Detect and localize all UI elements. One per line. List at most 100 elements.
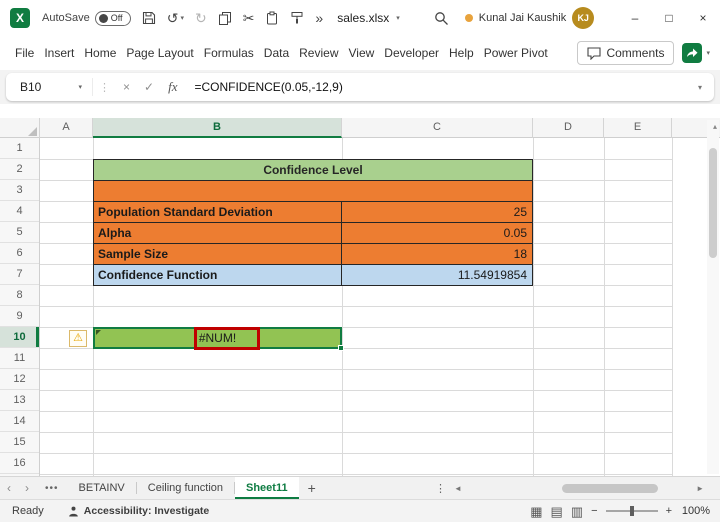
sheet-next-icon[interactable]: › (18, 481, 36, 495)
share-button[interactable]: ▾ (682, 43, 710, 63)
expand-formula-bar-icon[interactable]: ▾ (698, 83, 702, 92)
cell-c4-value[interactable]: 25 (342, 202, 532, 222)
cell-b5-label[interactable]: Alpha (94, 223, 342, 243)
cell-c5-value[interactable]: 0.05 (342, 223, 532, 243)
formula-input[interactable]: =CONFIDENCE(0.05,-12,9) (194, 80, 342, 94)
column-header-a[interactable]: A (40, 118, 93, 138)
sheet-tab-ceiling-function[interactable]: Ceiling function (137, 477, 234, 499)
scroll-left-icon[interactable]: ◄ (454, 484, 462, 493)
vertical-scrollbar[interactable]: ▴ (707, 120, 719, 474)
scroll-right-icon[interactable]: ► (696, 484, 704, 493)
maximize-button[interactable]: □ (652, 0, 686, 36)
tab-developer[interactable]: Developer (379, 36, 444, 70)
tab-power-pivot[interactable]: Power Pivot (479, 36, 553, 70)
undo-dropdown-icon[interactable]: ▾ (180, 15, 184, 22)
zoom-in-button[interactable]: + (666, 505, 672, 517)
row-header-12[interactable]: 12 (0, 369, 39, 390)
column-header-b[interactable]: B (93, 118, 342, 138)
row-header-4[interactable]: 4 (0, 201, 39, 222)
error-options-button[interactable]: ⚠ (69, 330, 87, 347)
row-header-6[interactable]: 6 (0, 243, 39, 264)
cell-b4-label[interactable]: Population Standard Deviation (94, 202, 342, 222)
name-box-dropdown-icon[interactable]: ▾ (78, 83, 82, 91)
search-button[interactable] (434, 11, 449, 26)
table-blank-row[interactable] (94, 181, 532, 202)
zoom-out-button[interactable]: − (591, 505, 597, 517)
new-sheet-button[interactable]: + (299, 480, 325, 496)
autosave-toggle[interactable]: AutoSave Off (42, 11, 131, 26)
sheet-tab-betainv[interactable]: BETAINV (68, 477, 136, 499)
page-break-view-button[interactable]: ▥ (571, 505, 583, 518)
format-painter-button[interactable] (290, 11, 304, 25)
save-button[interactable] (142, 11, 156, 25)
cell-b6-label[interactable]: Sample Size (94, 244, 342, 264)
zoom-slider-thumb[interactable] (630, 506, 634, 516)
row-header-9[interactable]: 9 (0, 306, 39, 327)
comments-button[interactable]: Comments (577, 41, 674, 65)
tab-insert[interactable]: Insert (39, 36, 79, 70)
row-header-3[interactable]: 3 (0, 180, 39, 201)
horizontal-scrollbar[interactable]: ◄ ► (454, 482, 704, 495)
row-header-13[interactable]: 13 (0, 390, 39, 411)
sheet-prev-icon[interactable]: ‹ (0, 481, 18, 495)
zoom-slider[interactable] (606, 510, 658, 512)
cell-c6-value[interactable]: 18 (342, 244, 532, 264)
row-header-16[interactable]: 16 (0, 453, 39, 474)
undo-button[interactable]: ↺ ▾ (167, 11, 184, 25)
row-header-2[interactable]: 2 (0, 159, 39, 180)
accessibility-status[interactable]: Accessibility: Investigate (68, 505, 209, 517)
zoom-level[interactable]: 100% (680, 505, 710, 517)
tab-review[interactable]: Review (294, 36, 343, 70)
tab-bar-menu-icon[interactable]: ⋮ (435, 482, 446, 495)
tab-formulas[interactable]: Formulas (199, 36, 259, 70)
select-all-corner[interactable] (0, 118, 40, 138)
row-header-14[interactable]: 14 (0, 411, 39, 432)
cancel-formula-button[interactable]: × (116, 80, 137, 94)
autosave-switch[interactable]: Off (95, 11, 131, 26)
enter-formula-button[interactable]: ✓ (137, 80, 161, 94)
page-layout-view-button[interactable]: ▤ (551, 505, 563, 518)
row-header-8[interactable]: 8 (0, 285, 39, 306)
tab-page-layout[interactable]: Page Layout (121, 36, 198, 70)
normal-view-button[interactable]: ▦ (530, 505, 542, 518)
insert-function-button[interactable]: fx (161, 79, 184, 95)
sheet-tab-bar: ‹ › ••• BETAINV Ceiling function Sheet11… (0, 476, 720, 499)
cell-b7-label[interactable]: Confidence Function (94, 265, 342, 285)
horizontal-scrollbar-thumb[interactable] (562, 484, 658, 493)
row-header-11[interactable]: 11 (0, 348, 39, 369)
paste-button[interactable] (265, 11, 279, 25)
row-header-5[interactable]: 5 (0, 222, 39, 243)
tab-file[interactable]: File (10, 36, 39, 70)
redo-button[interactable]: ↻ (195, 11, 207, 25)
row-header-10[interactable]: 10 (0, 327, 39, 348)
excel-logo-icon[interactable]: X (10, 8, 30, 28)
cell-c7-value[interactable]: 11.54919854 (342, 265, 532, 285)
fill-handle[interactable] (338, 345, 344, 351)
tab-data[interactable]: Data (259, 36, 294, 70)
cut-button[interactable]: ✂ (243, 11, 255, 25)
close-button[interactable]: × (686, 0, 720, 36)
row-header-1[interactable]: 1 (0, 138, 39, 159)
row-header-7[interactable]: 7 (0, 264, 39, 285)
scroll-up-icon[interactable]: ▴ (713, 122, 717, 131)
minimize-button[interactable]: – (618, 0, 652, 36)
avatar[interactable]: KJ (572, 7, 594, 29)
table-title-cell[interactable]: Confidence Level (94, 160, 532, 181)
more-commands-button[interactable]: » (315, 11, 323, 25)
table-row: Confidence Function 11.54919854 (94, 265, 532, 285)
tab-home[interactable]: Home (79, 36, 121, 70)
tab-view[interactable]: View (344, 36, 380, 70)
vertical-scrollbar-thumb[interactable] (709, 148, 717, 258)
column-header-d[interactable]: D (533, 118, 604, 138)
tab-help[interactable]: Help (444, 36, 479, 70)
column-header-e[interactable]: E (604, 118, 672, 138)
sheet-tab-sheet11-active[interactable]: Sheet11 (235, 477, 299, 499)
account-area[interactable]: Kunal Jai Kaushik KJ (465, 7, 594, 29)
column-header-c[interactable]: C (342, 118, 533, 138)
row-header-15[interactable]: 15 (0, 432, 39, 453)
name-box[interactable]: B10 ▾ (6, 73, 92, 101)
formula-bar-drag-handle[interactable]: ⋮ (92, 78, 116, 96)
document-title-button[interactable]: sales.xlsx ▾ (337, 11, 400, 25)
copy-button[interactable] (218, 11, 232, 25)
sheet-list-icon[interactable]: ••• (36, 483, 68, 494)
